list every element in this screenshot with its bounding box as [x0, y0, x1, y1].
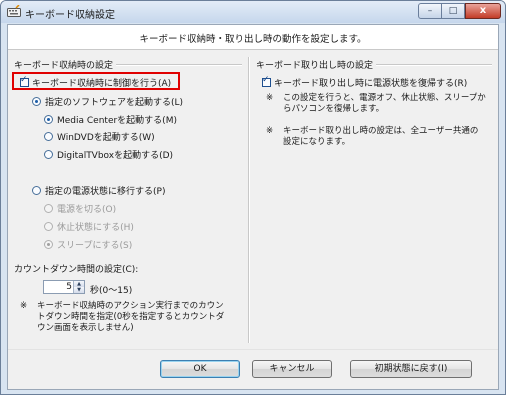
note-line: トダウン時間を指定(0秒を指定するとカウントダ	[37, 312, 225, 322]
software-option-windvd[interactable]: WinDVDを起動する(W)	[44, 130, 155, 143]
restore-note: ※ この設定を行うと、電源オフ、休止状態、スリープか らパソコンを復帰します。	[266, 93, 496, 117]
countdown-label: カウントダウン時間の設定(C):	[14, 262, 142, 275]
spin-down-icon[interactable]: ▼	[73, 287, 84, 293]
restore-checkbox-label: キーボード取り出し時に電源状態を復帰する(R)	[274, 79, 468, 89]
note-mark: ※	[20, 301, 28, 311]
hibernate-label: 休止状態にする(H)	[57, 223, 134, 233]
restore-checkbox[interactable]	[262, 75, 271, 87]
annotation-highlight	[12, 72, 180, 90]
minimize-button[interactable]: –	[418, 3, 442, 19]
software-radio-label: 指定のソフトウェアを起動する(L)	[45, 98, 184, 108]
description-banner: キーボード収納時・取り出し時の動作を設定します。	[8, 25, 498, 50]
ok-button[interactable]: OK	[160, 360, 240, 378]
digitaltvbox-label: DigitalTVboxを起動する(D)	[57, 151, 174, 161]
keyboard-icon	[7, 4, 21, 18]
note-mark: ※	[266, 93, 274, 103]
note-line: ウン画面を表示しません)	[37, 323, 134, 333]
minimize-icon: –	[427, 6, 433, 16]
power-radio-label: 指定の電源状態に移行する(P)	[45, 187, 166, 197]
right-group-title: キーボード取り出し時の設定	[256, 58, 377, 71]
countdown-note: ※ キーボード収納時のアクション実行までのカウン トダウン時間を指定(0秒を指定…	[20, 301, 246, 341]
maximize-button[interactable]: □	[441, 3, 465, 19]
countdown-range: 秒(0〜15)	[90, 286, 133, 296]
description-text: キーボード収納時・取り出し時の動作を設定します。	[139, 34, 367, 45]
note-mark: ※	[266, 126, 274, 136]
software-radio[interactable]	[32, 97, 41, 106]
power-radio[interactable]	[32, 186, 41, 195]
title-bar[interactable]: キーボード収納設定 – □ x	[1, 1, 505, 23]
left-group-title: キーボード収納時の設定	[14, 58, 117, 71]
software-radio-row[interactable]: 指定のソフトウェアを起動する(L)	[32, 95, 183, 108]
cancel-button[interactable]: キャンセル	[252, 360, 332, 378]
software-option-digitaltvbox[interactable]: DigitalTVboxを起動する(D)	[44, 148, 173, 161]
close-button[interactable]: x	[465, 3, 501, 19]
media-center-label: Media Centerを起動する(M)	[57, 116, 177, 126]
maximize-icon: □	[448, 6, 458, 16]
hibernate-radio[interactable]	[44, 222, 53, 231]
note-line: この設定を行うと、電源オフ、休止状態、スリープか	[283, 93, 486, 103]
sleep-label: スリープにする(S)	[57, 241, 133, 251]
power-option-off[interactable]: 電源を切る(O)	[44, 202, 116, 215]
note-line: キーボード収納時のアクション実行までのカウン	[37, 301, 224, 311]
note-line: らパソコンを復帰します。	[283, 104, 385, 114]
media-center-radio[interactable]	[44, 115, 53, 124]
close-icon: x	[479, 5, 487, 16]
windvd-radio[interactable]	[44, 132, 53, 141]
group-separator	[248, 57, 250, 343]
restore-checkbox-row[interactable]: キーボード取り出し時に電源状態を復帰する(R)	[262, 75, 468, 89]
digitaltvbox-radio[interactable]	[44, 150, 53, 159]
note-line: キーボード取り出し時の設定は、全ユーザー共通の	[283, 126, 479, 136]
button-area-divider	[8, 349, 498, 350]
window-title: キーボード収納設定	[25, 10, 115, 21]
power-off-radio[interactable]	[44, 204, 53, 213]
note-line: 設定になります。	[283, 137, 351, 147]
power-radio-row[interactable]: 指定の電源状態に移行する(P)	[32, 184, 165, 197]
windvd-label: WinDVDを起動する(W)	[57, 133, 155, 143]
power-option-hibernate[interactable]: 休止状態にする(H)	[44, 220, 134, 233]
sleep-radio[interactable]	[44, 240, 53, 249]
countdown-value[interactable]: 5	[66, 282, 72, 292]
power-option-sleep[interactable]: スリープにする(S)	[44, 238, 132, 251]
software-option-media-center[interactable]: Media Centerを起動する(M)	[44, 113, 177, 126]
reset-button[interactable]: 初期状態に戻す(I)	[350, 360, 472, 378]
settings-window: キーボード収納設定 – □ x キーボード収納時・取り出し時の動作を設定します。…	[0, 0, 506, 395]
countdown-stepper[interactable]: 5 ▲ ▼	[43, 280, 85, 294]
shared-setting-note: ※ キーボード取り出し時の設定は、全ユーザー共通の 設定になります。	[266, 126, 496, 150]
power-off-label: 電源を切る(O)	[57, 205, 117, 215]
